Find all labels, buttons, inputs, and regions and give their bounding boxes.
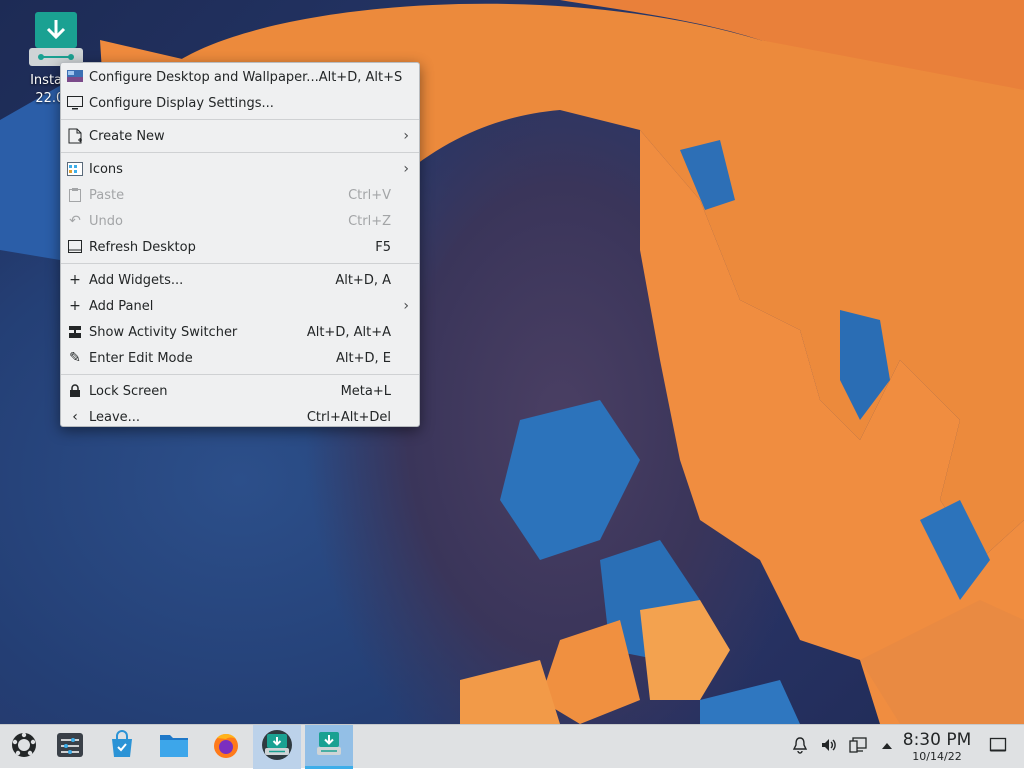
digital-clock[interactable]: 8:30 PM 10/14/22: [900, 730, 974, 764]
menu-item-activity-switcher[interactable]: Show Activity Switcher Alt+D, Alt+A: [61, 319, 419, 345]
new-file-icon: [67, 128, 83, 144]
wallpaper-icon: [67, 69, 83, 85]
notifications-button[interactable]: [788, 725, 812, 769]
installer-icon: [261, 729, 293, 765]
clock-date: 10/14/22: [912, 750, 962, 763]
plus-icon: +: [69, 298, 81, 314]
paste-icon: [67, 187, 83, 203]
file-manager-button[interactable]: [150, 725, 198, 769]
plus-icon: +: [69, 272, 81, 288]
chevron-right-icon: ›: [403, 161, 409, 177]
discover-store-icon: [107, 730, 137, 764]
menu-separator: [61, 263, 419, 264]
menu-item-configure-display[interactable]: Configure Display Settings...: [61, 90, 419, 116]
system-settings-button[interactable]: [46, 725, 94, 769]
chevron-right-icon: ›: [403, 298, 409, 314]
menu-item-icons[interactable]: Icons ›: [61, 156, 419, 182]
expand-tray-icon: [881, 740, 893, 755]
menu-item-lock-screen[interactable]: Lock Screen Meta+L: [61, 378, 419, 404]
desktop-context-menu: Configure Desktop and Wallpaper... Alt+D…: [60, 62, 420, 427]
system-settings-icon: [55, 730, 85, 764]
show-desktop-button[interactable]: [986, 725, 1010, 769]
desktop[interactable]: Install K 22.04. Configure Desktop and W…: [0, 0, 1024, 724]
menu-item-add-panel[interactable]: + Add Panel ›: [61, 293, 419, 319]
menu-separator: [61, 119, 419, 120]
expand-tray-button[interactable]: [876, 725, 898, 769]
icons-view-icon: [67, 161, 83, 177]
firefox-icon: [211, 730, 241, 764]
show-desktop-icon: [989, 736, 1007, 758]
menu-separator: [61, 374, 419, 375]
file-manager-icon: [158, 730, 190, 764]
volume-icon: [820, 736, 838, 758]
refresh-icon: [67, 239, 83, 255]
firefox-button[interactable]: [202, 725, 250, 769]
menu-item-edit-mode[interactable]: ✎ Enter Edit Mode Alt+D, E: [61, 345, 419, 371]
network-icon: [849, 736, 867, 758]
menu-item-undo[interactable]: ↶ Undo Ctrl+Z: [61, 208, 419, 234]
installer-window-icon: [314, 729, 344, 763]
installer-icon: [29, 12, 83, 68]
app-launcher-button[interactable]: [0, 725, 48, 769]
clock-time: 8:30 PM: [902, 730, 972, 750]
menu-item-leave[interactable]: ‹ Leave... Ctrl+Alt+Del: [61, 404, 419, 430]
undo-icon: ↶: [69, 213, 81, 229]
chevron-right-icon: ›: [403, 128, 409, 144]
menu-item-configure-desktop[interactable]: Configure Desktop and Wallpaper... Alt+D…: [61, 64, 419, 90]
chevron-left-icon: ‹: [72, 409, 78, 425]
menu-item-create-new[interactable]: Create New ›: [61, 123, 419, 149]
taskbar-panel: 8:30 PM 10/14/22: [0, 724, 1024, 769]
lock-icon: [67, 383, 83, 399]
network-button[interactable]: [846, 725, 870, 769]
activities-icon: [67, 324, 83, 340]
installer-task-button[interactable]: [253, 725, 301, 769]
menu-item-refresh-desktop[interactable]: Refresh Desktop F5: [61, 234, 419, 260]
menu-item-add-widgets[interactable]: + Add Widgets... Alt+D, A: [61, 267, 419, 293]
notifications-icon: [791, 736, 809, 758]
discover-store-button[interactable]: [98, 725, 146, 769]
menu-separator: [61, 152, 419, 153]
pencil-icon: ✎: [69, 350, 81, 366]
menu-item-paste[interactable]: Paste Ctrl+V: [61, 182, 419, 208]
installer-window-task-button[interactable]: [305, 725, 353, 769]
display-icon: [67, 95, 83, 111]
app-launcher-icon: [9, 730, 39, 764]
volume-button[interactable]: [817, 725, 841, 769]
